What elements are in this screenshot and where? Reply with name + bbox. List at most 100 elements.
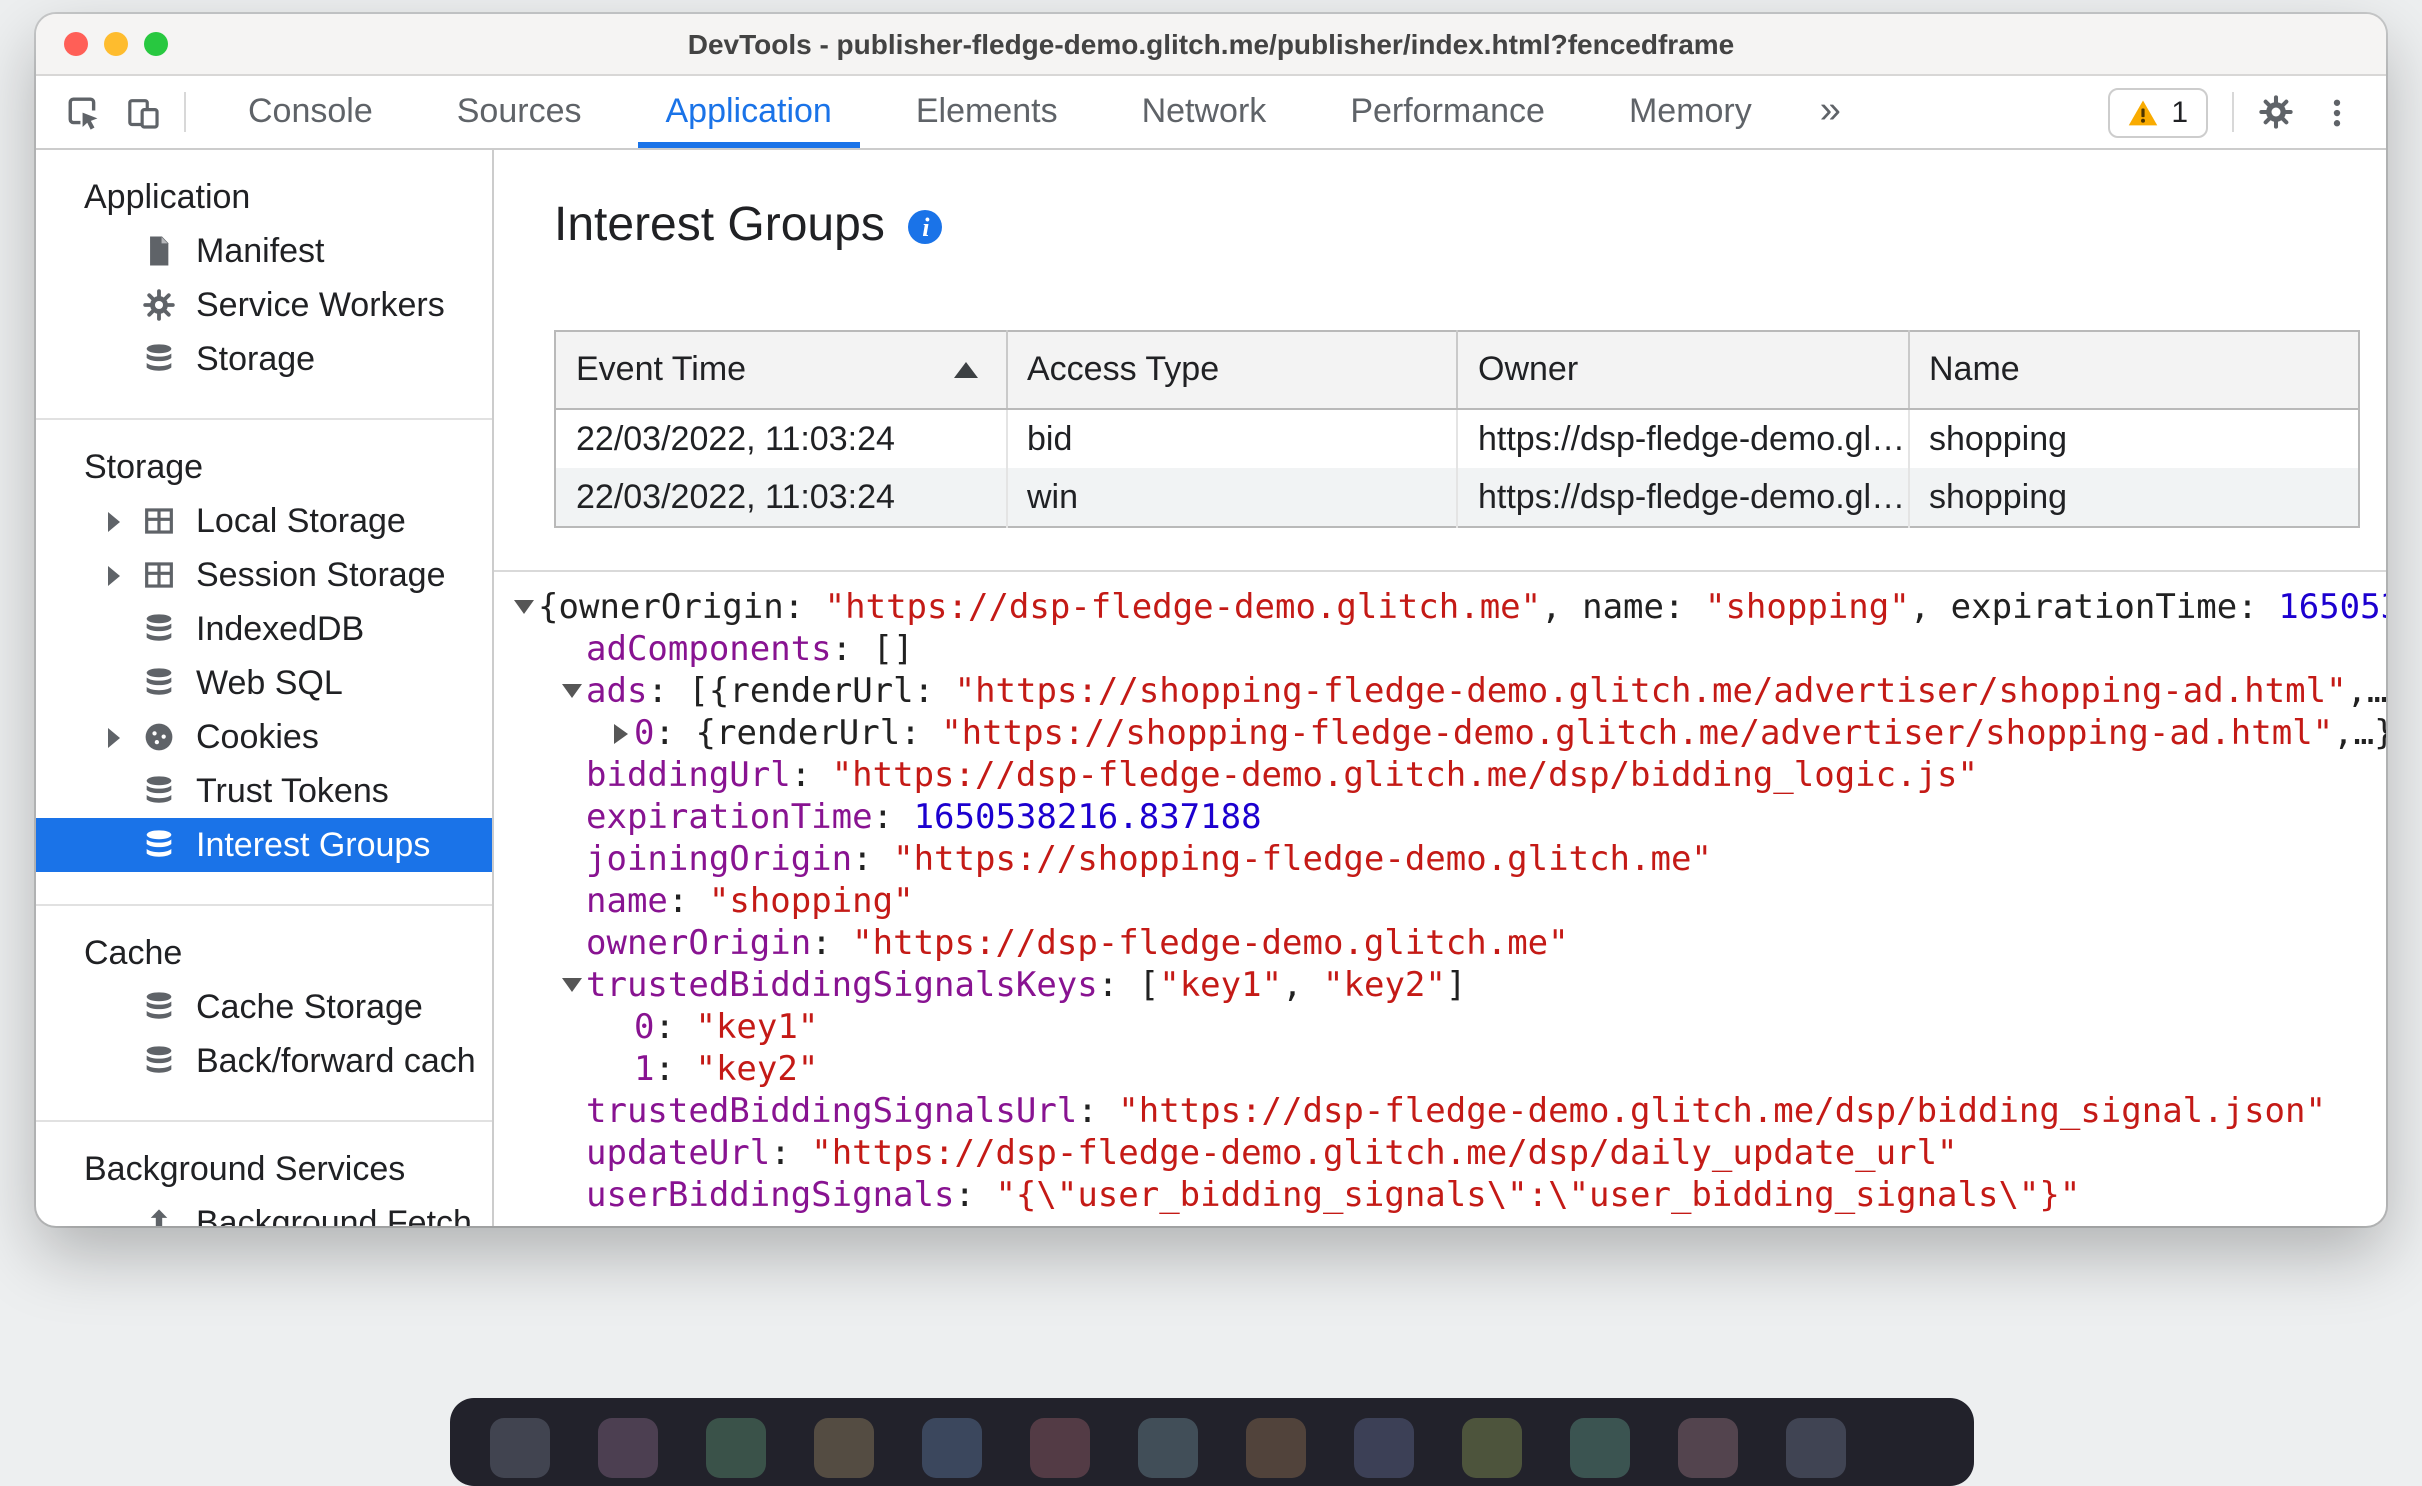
tree-token: , [1541, 587, 1583, 627]
tree-line: ads: [{renderUrl: "https://shopping-fled… [494, 670, 2386, 712]
sidebar-section-cache: Cache Cache Storage Back/forward cach [36, 906, 492, 1122]
tab-application[interactable]: Application [624, 76, 874, 148]
inspect-button[interactable] [52, 84, 112, 140]
tab-elements[interactable]: Elements [874, 76, 1100, 148]
tree-token: : [790, 755, 832, 795]
database-icon [142, 666, 180, 700]
tree-token: : [667, 881, 709, 921]
tree-token: joiningOrigin [586, 839, 853, 879]
tab-console[interactable]: Console [206, 76, 415, 148]
column-header-owner[interactable]: Owner [1457, 331, 1909, 410]
sidebar-item-session-storage[interactable]: Session Storage [36, 548, 492, 602]
settings-button[interactable] [2246, 84, 2306, 140]
sidebar-section-header-cache: Cache [84, 933, 183, 971]
sidebar-item-label: Web SQL [196, 663, 343, 701]
sidebar-item-storage[interactable]: Storage [36, 332, 492, 386]
sidebar-item-cache-storage[interactable]: Cache Storage [36, 980, 492, 1034]
column-header-access-type[interactable]: Access Type [1006, 331, 1458, 410]
tree-token: ads [586, 671, 648, 711]
dock-icon [922, 1418, 982, 1478]
table-row[interactable]: 22/03/2022, 11:03:24 bid https://dsp-fledg… [555, 409, 2359, 468]
device-toolbar-icon [125, 95, 159, 129]
dock-icon [598, 1418, 658, 1478]
sidebar-section-application: Application Manifest Service Workers Storag… [36, 170, 492, 420]
expanded-arrow-icon[interactable] [558, 684, 586, 698]
inspect-icon [65, 95, 99, 129]
tree-token: adComponents [586, 629, 832, 669]
sidebar-item-label: Cookies [196, 717, 319, 755]
zoom-button[interactable] [144, 32, 168, 56]
cell-name: shopping [1929, 419, 2068, 457]
tree-token: : [654, 1007, 696, 1047]
cell-event-time: 22/03/2022, 11:03:24 [555, 468, 1007, 527]
tree-token: : [783, 587, 825, 627]
tree-token: : [2237, 587, 2279, 627]
tree-token: ] [1445, 965, 1467, 1005]
info-icon[interactable] [908, 209, 943, 243]
tree-line: userBiddingSignals: "{\"user_bidding_sig… [494, 1174, 2386, 1216]
minimize-button[interactable] [104, 32, 128, 56]
dock[interactable] [450, 1398, 1974, 1486]
sidebar-item-interest-groups[interactable]: Interest Groups [36, 818, 492, 872]
cell-event-time: 22/03/2022, 11:03:24 [555, 409, 1007, 468]
tab-sources[interactable]: Sources [415, 76, 624, 148]
sidebar-item-cookies[interactable]: Cookies [36, 710, 492, 764]
collapsed-arrow-icon[interactable] [606, 723, 634, 743]
tree-token: "key2" [695, 1049, 819, 1089]
sidebar-item-web-sql[interactable]: Web SQL [36, 656, 492, 710]
expand-arrow-icon[interactable] [100, 565, 126, 585]
tree-token: : [900, 713, 942, 753]
tree-token: "https://dsp-fledge-demo.glitch.me/dsp/d… [811, 1133, 1958, 1173]
sidebar-item-background-fetch[interactable]: Background Fetch [36, 1196, 492, 1226]
table-header-row: Event Time Access Type Owner Name [555, 331, 2359, 410]
tree-token: : [654, 713, 696, 753]
tree-token: 0 [634, 713, 655, 753]
tab-memory[interactable]: Memory [1587, 76, 1794, 148]
sidebar-item-service-workers[interactable]: Service Workers [36, 278, 492, 332]
tree-token: expirationTime [586, 797, 873, 837]
tree-token: : [913, 671, 955, 711]
tree-token: { [538, 587, 559, 627]
document-icon [142, 234, 180, 268]
sort-ascending-icon [953, 362, 977, 378]
sidebar-item-indexeddb[interactable]: IndexedDB [36, 602, 492, 656]
warning-icon [2127, 97, 2157, 127]
tree-line: biddingUrl: "https://dsp-fledge-demo.gli… [494, 754, 2386, 796]
devtools-window: DevTools - publisher-fledge-demo.glitch.… [36, 14, 2386, 1226]
more-tabs-button[interactable]: » [1794, 76, 1867, 148]
traffic-lights [64, 14, 168, 74]
tree-token: trustedBiddingSignalsKeys [586, 965, 1098, 1005]
tree-line: 1: "key2" [494, 1048, 2386, 1090]
tree-token: : [1097, 965, 1139, 1005]
sidebar-item-manifest[interactable]: Manifest [36, 224, 492, 278]
tree-line: name: "shopping" [494, 880, 2386, 922]
column-header-event-time[interactable]: Event Time [555, 331, 1007, 410]
menu-button[interactable] [2306, 84, 2366, 140]
expanded-arrow-icon[interactable] [510, 600, 538, 614]
warning-badge[interactable]: 1 [2107, 87, 2208, 137]
database-icon [142, 612, 180, 646]
sidebar-item-trust-tokens[interactable]: Trust Tokens [36, 764, 492, 818]
sidebar-section-header-storage: Storage [84, 447, 204, 485]
tab-network[interactable]: Network [1100, 76, 1309, 148]
tree-token: : [1077, 1091, 1119, 1131]
sidebar-item-back-forward-cach[interactable]: Back/forward cach [36, 1034, 492, 1088]
expand-arrow-icon[interactable] [100, 511, 126, 531]
column-header-name[interactable]: Name [1908, 331, 2359, 410]
device-toolbar-button[interactable] [112, 84, 172, 140]
tree-token: biddingUrl [586, 755, 791, 795]
sidebar-item-local-storage[interactable]: Local Storage [36, 494, 492, 548]
tab-performance[interactable]: Performance [1308, 76, 1587, 148]
devtools-content: Application Manifest Service Workers Storag… [36, 150, 2386, 1226]
expand-arrow-icon[interactable] [100, 727, 126, 747]
sidebar-item-label: IndexedDB [196, 609, 365, 647]
tree-token: renderUrl [729, 671, 914, 711]
tree-line: trustedBiddingSignalsKeys: ["key1", "key… [494, 964, 2386, 1006]
tree-token: updateUrl [586, 1133, 771, 1173]
database-icon [142, 828, 180, 862]
sidebar-item-label: Storage [196, 339, 316, 377]
tree-token: : [852, 839, 894, 879]
expanded-arrow-icon[interactable] [558, 978, 586, 992]
close-button[interactable] [64, 32, 88, 56]
table-row[interactable]: 22/03/2022, 11:03:24 win https://dsp-fledg… [555, 468, 2359, 527]
